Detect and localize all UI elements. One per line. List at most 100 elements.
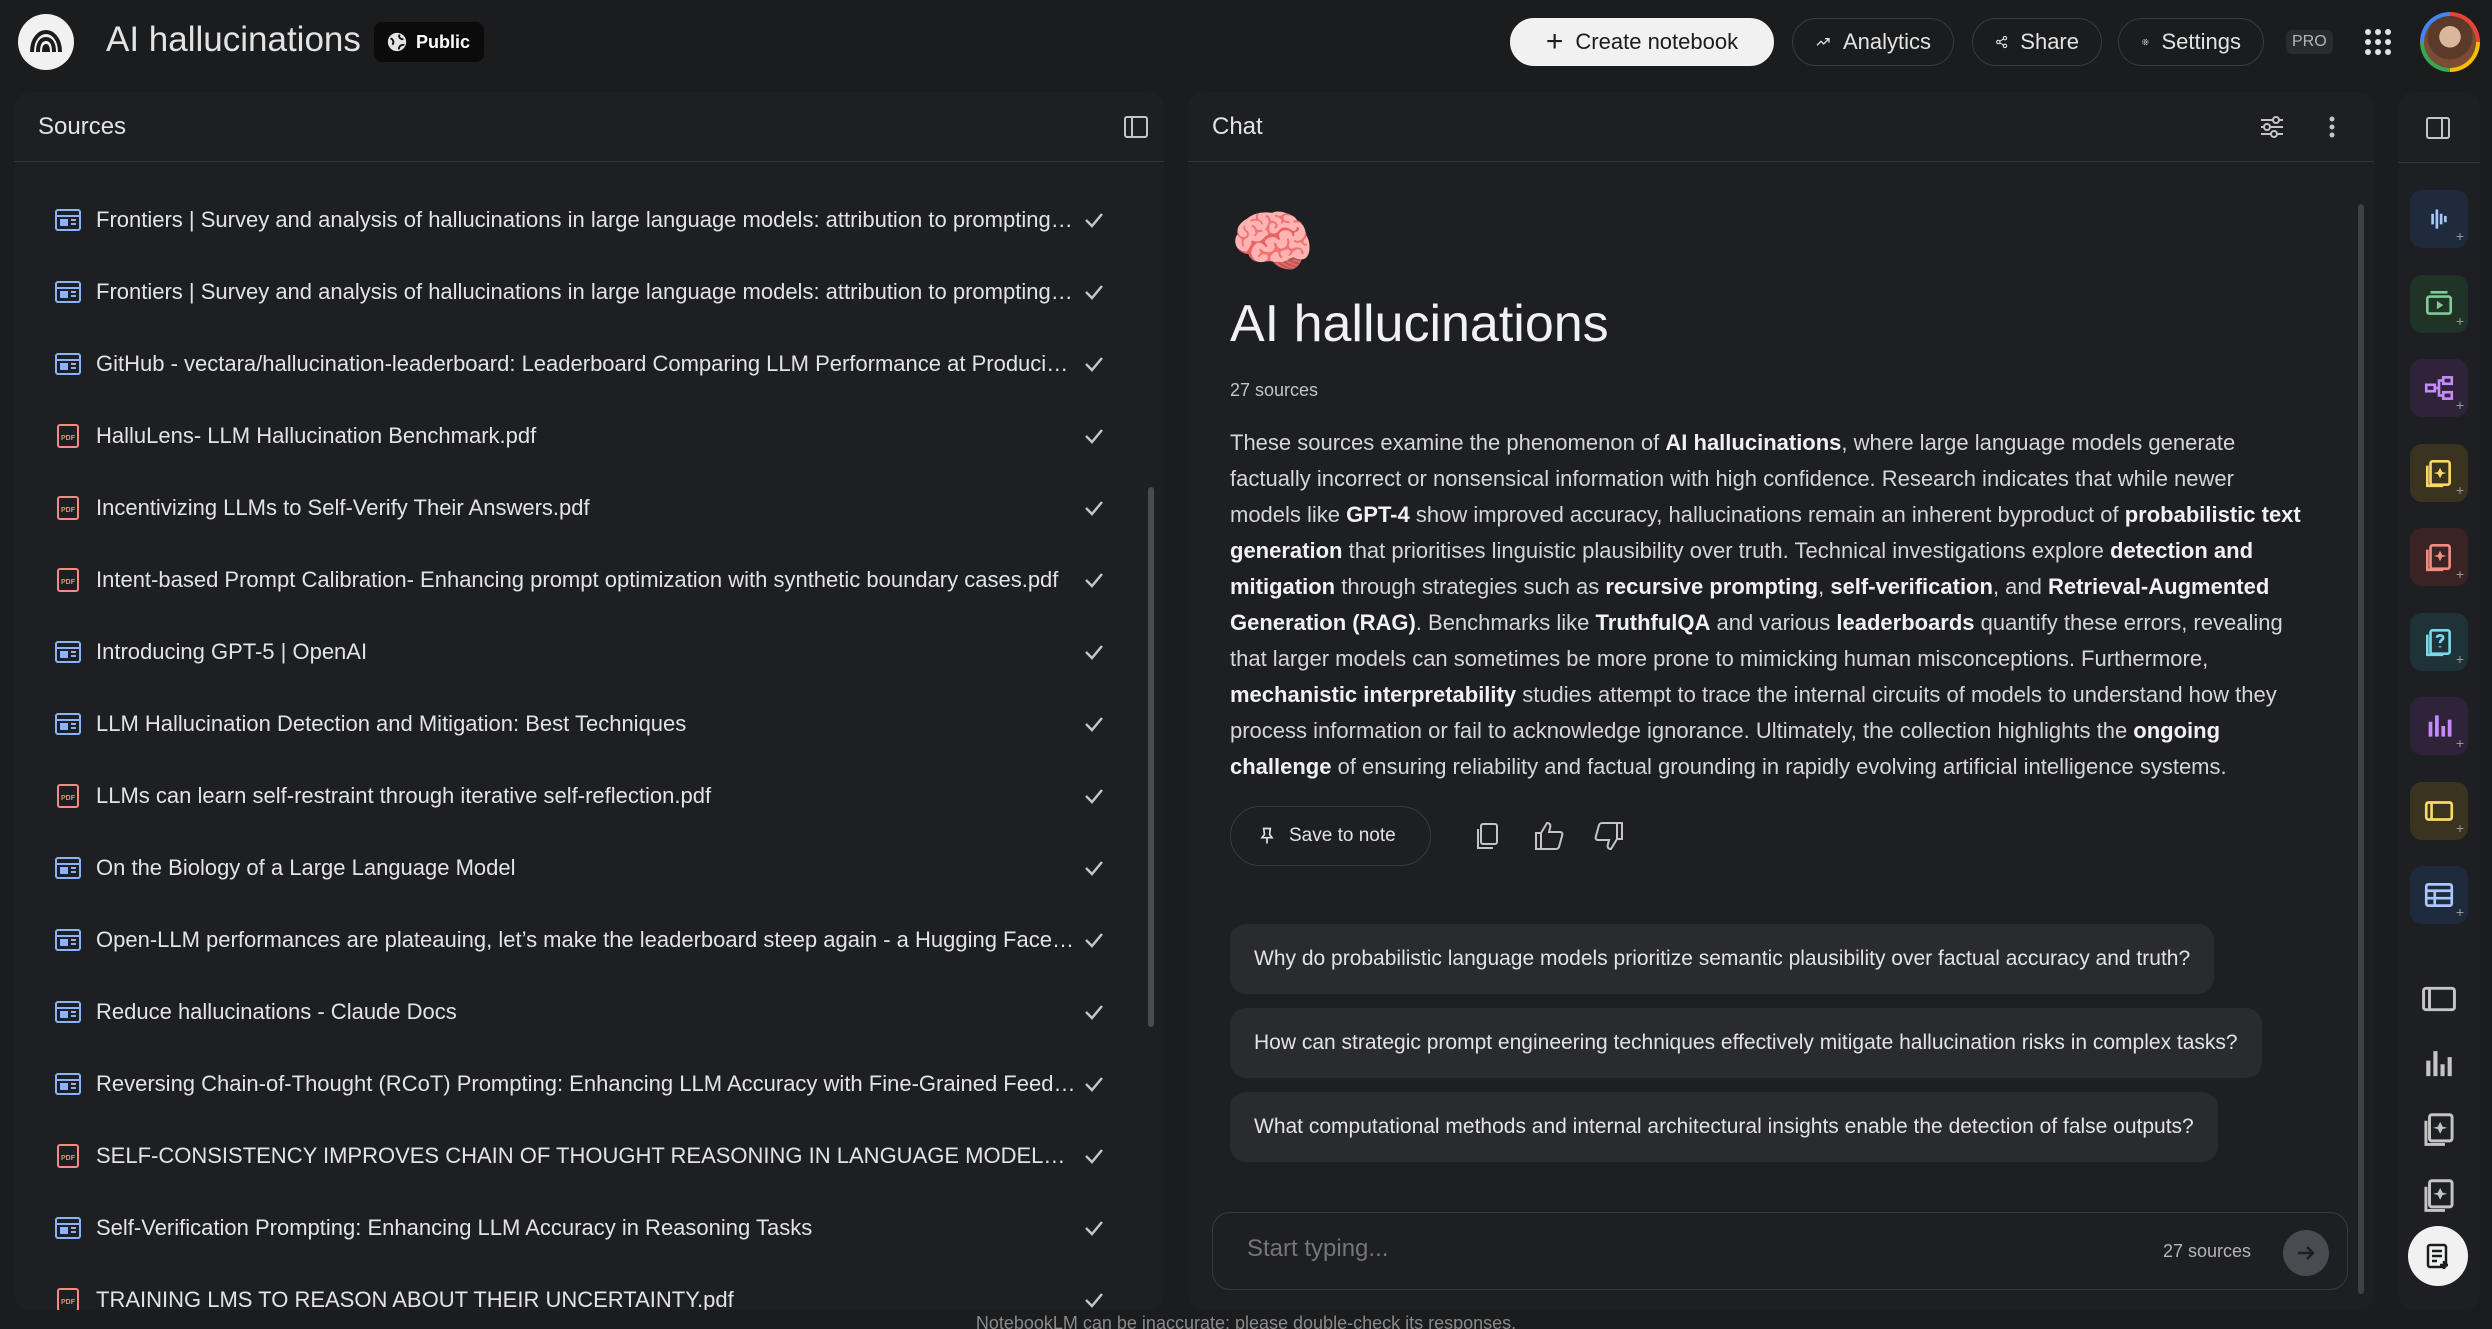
web-page-icon bbox=[55, 713, 81, 735]
checkbox-checked-icon[interactable] bbox=[1080, 278, 1108, 306]
svg-text:PDF: PDF bbox=[61, 435, 76, 442]
source-item[interactable]: Frontiers | Survey and analysis of hallu… bbox=[14, 256, 1124, 328]
source-title: Open-LLM performances are plateauing, le… bbox=[96, 927, 1076, 952]
more-vert-icon[interactable] bbox=[2316, 111, 2348, 143]
source-item[interactable]: Frontiers | Survey and analysis of hallu… bbox=[14, 184, 1124, 256]
reports-icon bbox=[2425, 459, 2451, 487]
mind-map-icon bbox=[2424, 376, 2454, 400]
checkbox-checked-icon[interactable] bbox=[1080, 782, 1108, 810]
analytics-label: Analytics bbox=[1842, 29, 1931, 54]
source-item[interactable]: Self-Verification Prompting: Enhancing L… bbox=[14, 1192, 1124, 1264]
source-item[interactable]: Open-LLM performances are plateauing, le… bbox=[14, 904, 1124, 976]
checkbox-checked-icon[interactable] bbox=[1080, 1070, 1108, 1098]
note-add-icon bbox=[2426, 1243, 2448, 1269]
svg-text:PDF: PDF bbox=[61, 1299, 76, 1306]
public-badge[interactable]: Public bbox=[374, 22, 485, 62]
sources-scrollbar[interactable] bbox=[1148, 487, 1154, 1027]
suggested-question-chip[interactable]: What computational methods and internal … bbox=[1230, 1092, 2218, 1162]
slide-deck-button[interactable]: + bbox=[2410, 781, 2468, 840]
source-item[interactable]: Reversing Chain-of-Thought (RCoT) Prompt… bbox=[14, 1048, 1124, 1120]
quiz-button[interactable]: + bbox=[2410, 612, 2468, 671]
thumbs-down-icon[interactable] bbox=[1591, 818, 1627, 854]
checkbox-checked-icon[interactable] bbox=[1080, 926, 1108, 954]
checkbox-checked-icon[interactable] bbox=[1080, 854, 1108, 882]
globe-icon bbox=[387, 32, 407, 52]
source-title: Introducing GPT-5 | OpenAI bbox=[96, 639, 368, 664]
flashcards-button[interactable]: + bbox=[2410, 528, 2468, 586]
save-to-note-button[interactable]: Save to note bbox=[1230, 806, 1431, 866]
checkbox-checked-icon[interactable] bbox=[1080, 566, 1108, 594]
top-bar: AI hallucinations Public + Create notebo… bbox=[0, 0, 2492, 84]
reports-button[interactable]: + bbox=[2410, 443, 2468, 502]
checkbox-checked-icon[interactable] bbox=[1080, 1286, 1108, 1310]
notebook-emoji: 🧠 bbox=[1230, 204, 1315, 280]
source-item[interactable]: Reduce hallucinations - Claude Docs bbox=[14, 976, 1124, 1048]
web-page-icon bbox=[55, 209, 81, 231]
settings-button[interactable]: Settings bbox=[2118, 18, 2264, 66]
summary-highlight: mechanistic interpretability bbox=[1230, 682, 1517, 707]
source-item[interactable]: PDF Intent-based Prompt Calibration- Enha… bbox=[14, 544, 1124, 616]
source-title: Frontiers | Survey and analysis of hallu… bbox=[96, 279, 1076, 304]
video-overview-button[interactable]: + bbox=[2410, 274, 2468, 333]
checkbox-checked-icon[interactable] bbox=[1080, 350, 1108, 378]
account-avatar[interactable] bbox=[2420, 12, 2480, 72]
share-button[interactable]: Share bbox=[1972, 18, 2102, 66]
checkbox-checked-icon[interactable] bbox=[1080, 422, 1108, 450]
infographic-button[interactable]: + bbox=[2410, 697, 2468, 755]
report-output-icon[interactable] bbox=[2420, 1110, 2458, 1148]
web-page-icon bbox=[55, 281, 81, 303]
source-item[interactable]: PDF Incentivizing LLMs to Self-Verify The… bbox=[14, 472, 1124, 544]
thumbs-up-icon[interactable] bbox=[1531, 818, 1567, 854]
plus-icon: + bbox=[2455, 228, 2464, 244]
mind-map-button[interactable]: + bbox=[2410, 359, 2468, 417]
slide-deck-icon bbox=[2424, 800, 2454, 821]
checkbox-checked-icon[interactable] bbox=[1080, 494, 1108, 522]
source-item[interactable]: GitHub - vectara/hallucination-leaderboa… bbox=[14, 328, 1124, 400]
suggested-question-chip[interactable]: Why do probabilistic language models pri… bbox=[1230, 924, 2215, 994]
chat-scrollbar[interactable] bbox=[2358, 204, 2364, 1294]
chat-input[interactable] bbox=[1247, 1235, 2047, 1263]
source-item[interactable]: PDF TRAINING LMS TO REASON ABOUT THEIR UN… bbox=[14, 1264, 1124, 1310]
summary-text: show improved accuracy, hallucinations r… bbox=[1409, 502, 2125, 527]
slides-output-icon[interactable] bbox=[2420, 980, 2458, 1018]
checkbox-checked-icon[interactable] bbox=[1080, 206, 1108, 234]
web-page-icon bbox=[55, 641, 81, 663]
tune-icon[interactable] bbox=[2256, 111, 2288, 143]
source-item[interactable]: PDF SELF-CONSISTENCY IMPROVES CHAIN OF TH… bbox=[14, 1120, 1124, 1192]
copy-icon[interactable] bbox=[1471, 818, 1507, 854]
source-item[interactable]: Introducing GPT-5 | OpenAI bbox=[14, 616, 1124, 688]
send-button[interactable] bbox=[2283, 1230, 2329, 1276]
checkbox-checked-icon[interactable] bbox=[1080, 638, 1108, 666]
checkbox-checked-icon[interactable] bbox=[1080, 710, 1108, 738]
checkbox-checked-icon[interactable] bbox=[1080, 1142, 1108, 1170]
checkbox-checked-icon[interactable] bbox=[1080, 998, 1108, 1026]
create-notebook-button[interactable]: + Create notebook bbox=[1510, 18, 1774, 66]
source-item[interactable]: On the Biology of a Large Language Model bbox=[14, 832, 1124, 904]
collapse-panel-icon[interactable] bbox=[1120, 111, 1152, 143]
add-note-button[interactable] bbox=[2408, 1226, 2468, 1286]
expand-studio-icon[interactable] bbox=[2422, 112, 2454, 144]
audio-overview-button[interactable]: + bbox=[2410, 190, 2468, 248]
pdf-icon: PDF bbox=[57, 1144, 79, 1168]
checkbox-checked-icon[interactable] bbox=[1080, 1214, 1108, 1242]
summary-text: through strategies such as bbox=[1335, 574, 1606, 599]
note-output-icon[interactable] bbox=[2420, 1176, 2458, 1214]
studio-rail: + + + + + + + + + bbox=[2398, 92, 2480, 1310]
web-page-icon bbox=[55, 1073, 81, 1095]
source-title: LLMs can learn self-restraint through it… bbox=[96, 783, 712, 808]
source-list: Frontiers | Survey and analysis of hallu… bbox=[14, 184, 1124, 1310]
data-table-icon bbox=[2424, 883, 2454, 907]
apps-grid-icon[interactable] bbox=[2362, 26, 2394, 58]
chart-output-icon[interactable] bbox=[2420, 1044, 2458, 1082]
source-item[interactable]: PDF LLMs can learn self-restraint through… bbox=[14, 760, 1124, 832]
notebook-title[interactable]: AI hallucinations bbox=[106, 20, 361, 60]
suggested-question-chip[interactable]: How can strategic prompt engineering tec… bbox=[1230, 1008, 2262, 1078]
analytics-button[interactable]: Analytics bbox=[1792, 18, 1954, 66]
create-notebook-label: Create notebook bbox=[1575, 29, 1739, 54]
source-item[interactable]: LLM Hallucination Detection and Mitigati… bbox=[14, 688, 1124, 760]
source-item[interactable]: PDF HalluLens- LLM Hallucination Benchmar… bbox=[14, 400, 1124, 472]
data-table-button[interactable]: + bbox=[2410, 866, 2468, 924]
plus-icon: + bbox=[2455, 481, 2464, 498]
notebooklm-logo-icon[interactable] bbox=[18, 14, 74, 70]
flashcards-icon bbox=[2425, 543, 2451, 572]
